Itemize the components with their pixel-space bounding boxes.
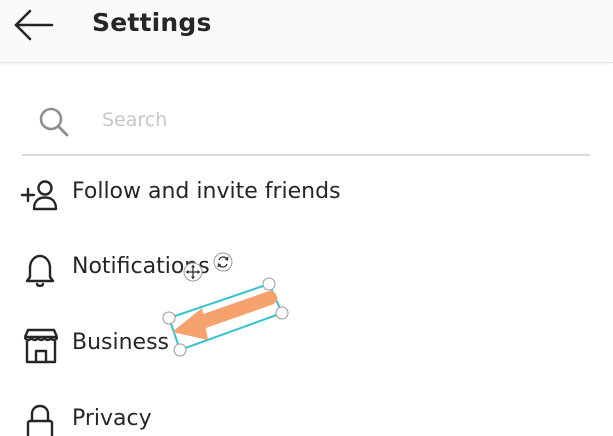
settings-screen: Settings Follow and invite friends Notif…: [0, 0, 613, 436]
resize-handle[interactable]: [275, 306, 289, 320]
menu-item-label: Privacy: [72, 406, 152, 431]
menu-item-label: Notifications: [72, 254, 210, 279]
search-icon: [39, 107, 69, 137]
menu-item-label: Follow and invite friends: [72, 179, 341, 204]
lock-icon: [26, 404, 54, 436]
search-divider: [22, 154, 590, 156]
page-title: Settings: [92, 8, 212, 37]
bell-icon: [25, 254, 55, 288]
arrow-left-icon: [14, 9, 54, 41]
menu-item-label: Business: [72, 330, 170, 355]
add-person-icon: [20, 180, 58, 211]
menu-item-follow-invite[interactable]: Follow and invite friends: [0, 168, 613, 220]
menu-item-business[interactable]: Business: [0, 319, 613, 371]
header-bar: Settings: [0, 0, 613, 63]
menu-item-privacy[interactable]: Privacy: [0, 395, 613, 436]
menu-item-notifications[interactable]: Notifications: [0, 243, 613, 295]
storefront-icon: [23, 328, 59, 364]
back-button[interactable]: [10, 6, 56, 44]
search-bar: [22, 96, 590, 156]
search-input[interactable]: [96, 102, 588, 138]
